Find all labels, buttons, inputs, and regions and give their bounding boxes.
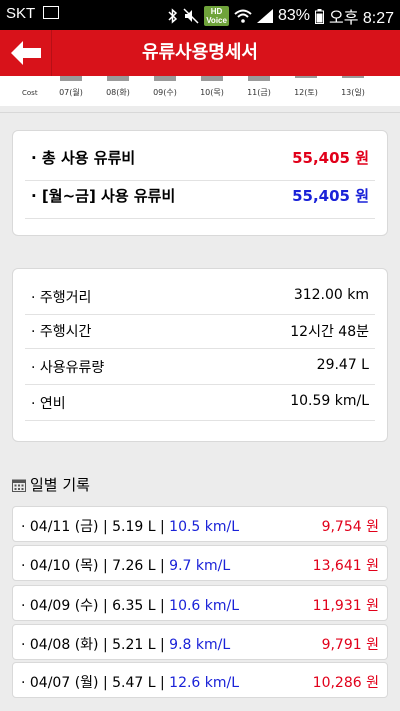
daily-record-item[interactable]: · 04/08 (화) | 5.21 L | 9.8 km/L 9,791 원	[12, 624, 388, 660]
daily-records-label: 일별 기록	[30, 476, 90, 494]
total-fuel-cost-row: · 총 사용 유류비 55,405 원	[25, 147, 375, 181]
driving-stats-card: · 주행거리 312.00 km · 주행시간 12시간 48분 · 사용유류량…	[12, 268, 388, 442]
daily-record-amount: 10,286 원	[312, 675, 379, 691]
section-divider	[0, 112, 400, 113]
day-label: 10(목)	[200, 88, 224, 97]
battery-icon	[314, 8, 324, 24]
wifi-icon	[234, 9, 252, 23]
day-label: 11(금)	[247, 88, 271, 97]
bluetooth-icon	[168, 8, 178, 24]
image-notification-icon	[43, 5, 60, 19]
day-bar	[295, 76, 317, 78]
hd-voice-icon: HD Voice	[204, 6, 229, 26]
total-fuel-cost-value: 55,405 원	[292, 149, 369, 167]
daily-record-item[interactable]: · 04/09 (수) | 6.35 L | 10.6 km/L 11,931 …	[12, 585, 388, 621]
daily-record-amount: 13,641 원	[312, 558, 379, 574]
driving-time-value: 12시간 48분	[290, 324, 369, 340]
daily-record-summary: · 04/11 (금) | 5.19 L |	[21, 519, 170, 535]
daily-record-amount: 11,931 원	[312, 598, 379, 614]
daily-record-summary: · 04/08 (화) | 5.21 L |	[21, 637, 170, 653]
day-bar	[201, 76, 223, 81]
fuel-used-label: · 사용유류량	[31, 360, 105, 376]
stat-row-fuel-efficiency: · 연비 10.59 km/L	[25, 393, 375, 421]
driving-time-label: · 주행시간	[31, 324, 92, 340]
carrier-label: SKT	[6, 5, 35, 22]
day-label: 07(월)	[59, 88, 83, 97]
app-header: 유류사용명세서	[0, 30, 400, 76]
daily-record-efficiency: 9.8 km/L	[169, 637, 231, 653]
day-bar	[248, 76, 270, 81]
day-bar	[107, 76, 129, 81]
arrow-left-icon	[10, 41, 41, 65]
daily-record-item[interactable]: · 04/10 (목) | 7.26 L | 9.7 km/L 13,641 원	[12, 545, 388, 581]
weekday-fuel-cost-row: · [월~금] 사용 유류비 55,405 원	[25, 185, 375, 219]
stat-row-distance: · 주행거리 312.00 km	[25, 287, 375, 315]
signal-icon	[256, 9, 273, 23]
total-fuel-cost-label: · 총 사용 유류비	[31, 149, 136, 167]
status-bar: SKT HD Voice 83% 오후 8:27	[0, 0, 400, 30]
daily-record-efficiency: 12.6 km/L	[169, 675, 240, 691]
day-bar	[154, 76, 176, 81]
daily-record-summary: · 04/10 (목) | 7.26 L |	[21, 558, 170, 574]
fuel-efficiency-value: 10.59 km/L	[290, 393, 369, 409]
daily-record-summary: · 04/07 (월) | 5.47 L |	[21, 675, 170, 691]
daily-record-efficiency: 10.5 km/L	[169, 519, 240, 535]
clock: 오후 8:27	[328, 10, 394, 27]
stat-row-fuel-used: · 사용유류량 29.47 L	[25, 357, 375, 385]
fuel-used-value: 29.47 L	[316, 357, 369, 373]
daily-records-title: 일별 기록	[12, 474, 90, 495]
daily-record-efficiency: 9.7 km/L	[169, 558, 231, 574]
weekly-chart-strip: Cost 07(월) 08(화) 09(수) 10(목) 11(금) 12(토)…	[0, 76, 400, 106]
distance-value: 312.00 km	[293, 287, 369, 303]
fuel-efficiency-label: · 연비	[31, 396, 66, 412]
daily-record-item[interactable]: · 04/11 (금) | 5.19 L | 10.5 km/L 9,754 원	[12, 506, 388, 542]
day-bar	[342, 76, 364, 78]
day-bar	[60, 76, 82, 81]
day-label: 12(토)	[294, 88, 318, 97]
back-button[interactable]	[0, 30, 52, 76]
mute-icon	[183, 8, 199, 24]
cost-axis-label: Cost	[22, 89, 38, 97]
day-label: 08(화)	[106, 88, 130, 97]
day-label: 13(일)	[341, 88, 365, 97]
daily-record-amount: 9,791 원	[321, 637, 379, 653]
weekday-fuel-cost-label: · [월~금] 사용 유류비	[31, 187, 176, 205]
distance-label: · 주행거리	[31, 290, 92, 306]
daily-record-efficiency: 10.6 km/L	[169, 598, 240, 614]
day-label: 09(수)	[153, 88, 177, 97]
battery-percent: 83%	[277, 7, 310, 24]
calendar-icon	[12, 479, 26, 492]
stat-row-driving-time: · 주행시간 12시간 48분	[25, 321, 375, 349]
weekday-fuel-cost-value: 55,405 원	[292, 187, 369, 205]
fuel-cost-summary-card: · 총 사용 유류비 55,405 원 · [월~금] 사용 유류비 55,40…	[12, 130, 388, 236]
daily-record-amount: 9,754 원	[321, 519, 379, 535]
daily-record-summary: · 04/09 (수) | 6.35 L |	[21, 598, 170, 614]
daily-record-item[interactable]: · 04/07 (월) | 5.47 L | 12.6 km/L 10,286 …	[12, 662, 388, 698]
page-title: 유류사용명세서	[142, 42, 258, 63]
